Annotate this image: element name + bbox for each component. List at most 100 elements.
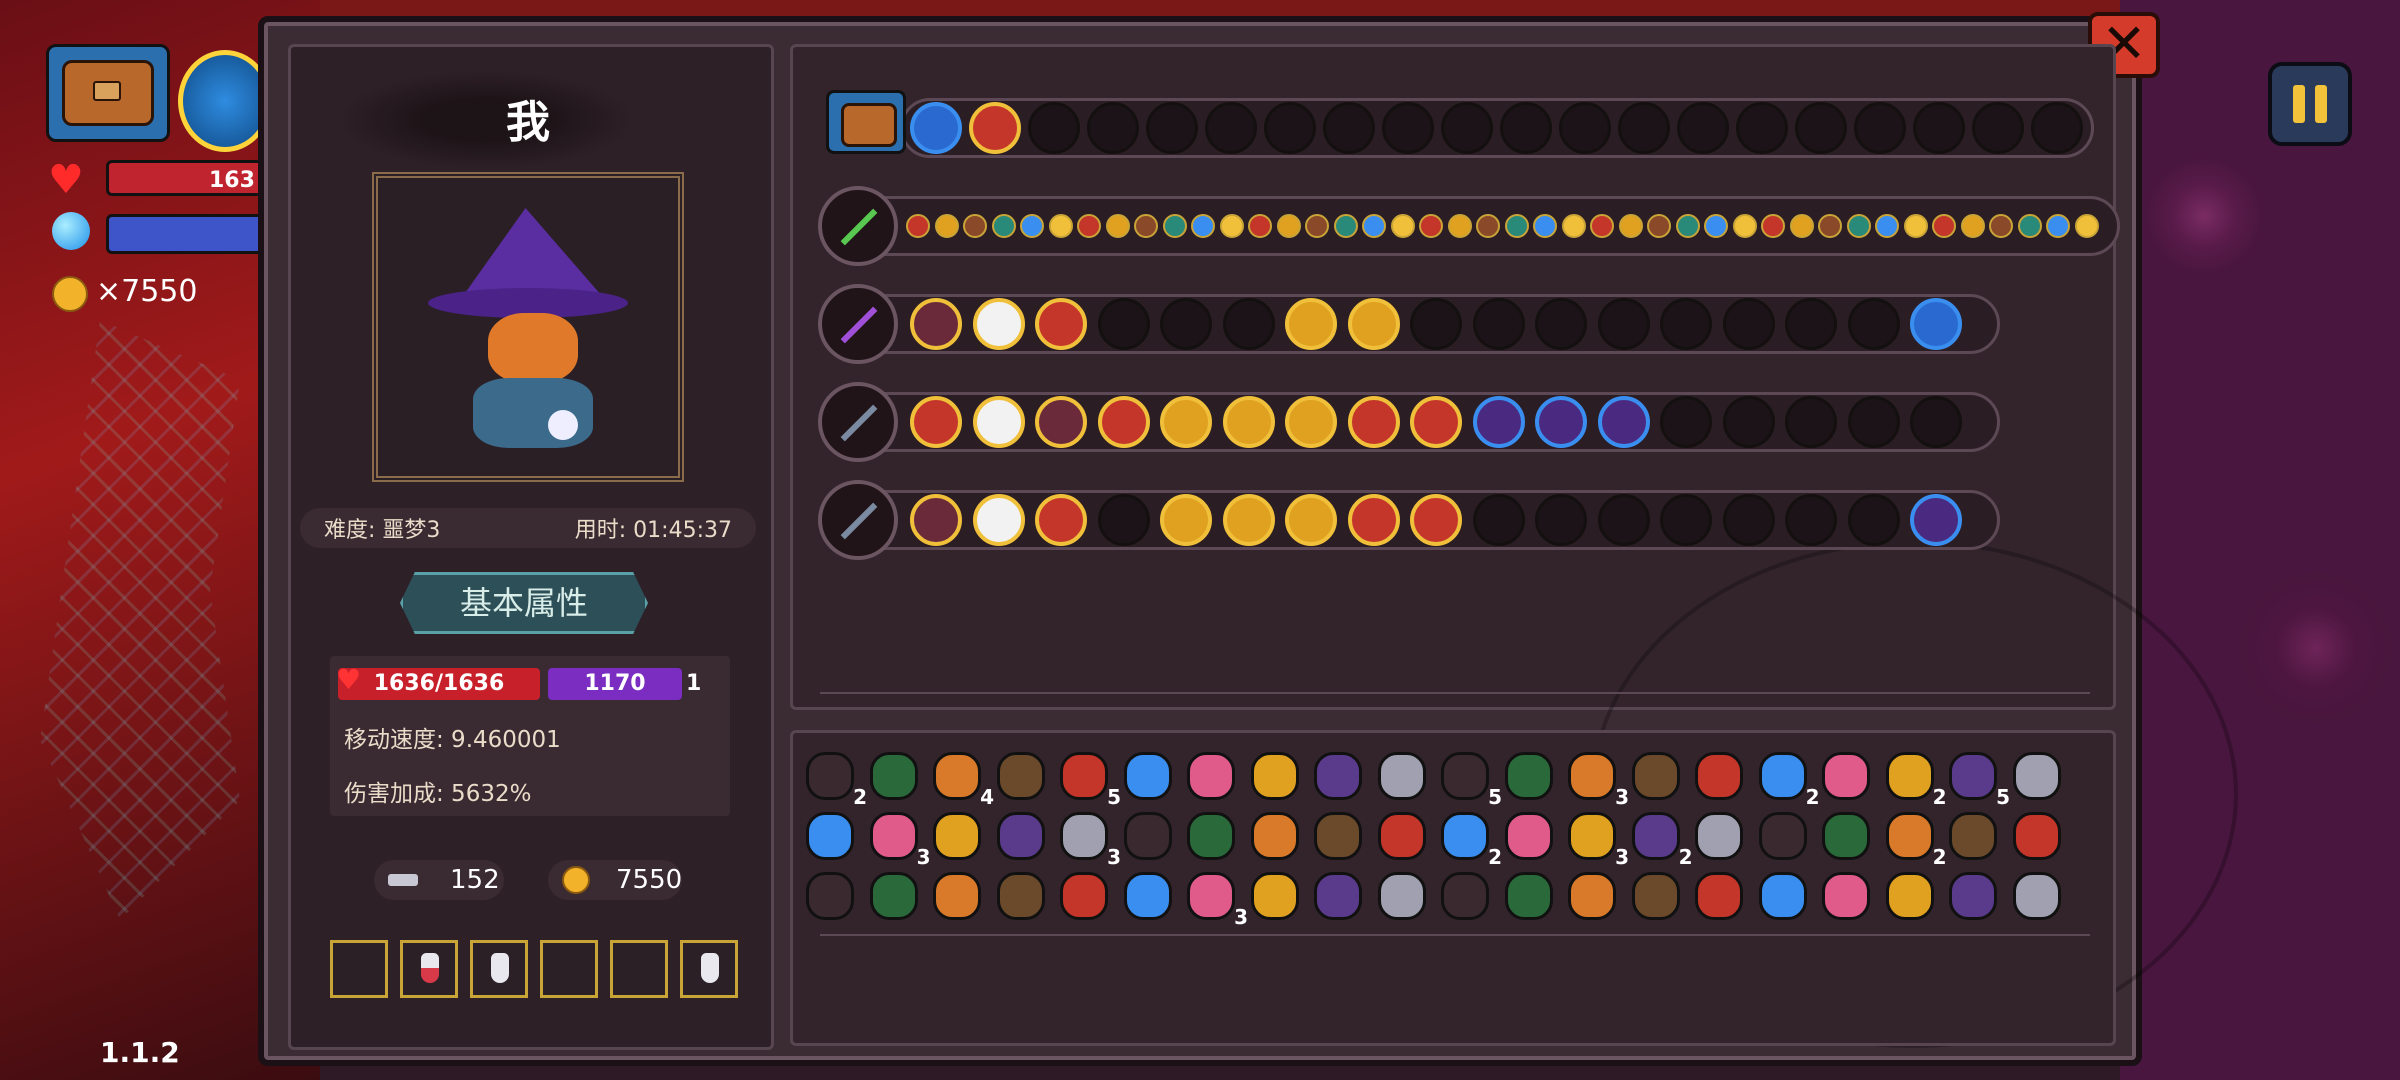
item-icon[interactable] bbox=[2012, 812, 2061, 860]
mini-slot[interactable] bbox=[1818, 214, 1842, 238]
slot-mouse[interactable] bbox=[972, 298, 1025, 350]
item-icon[interactable] bbox=[1123, 752, 1172, 800]
mini-slot[interactable] bbox=[1191, 214, 1215, 238]
item-icon[interactable] bbox=[1695, 812, 1743, 860]
item-icon[interactable] bbox=[1187, 812, 1235, 860]
slot-purple-bolt[interactable] bbox=[1910, 494, 1962, 546]
empty-slot[interactable] bbox=[1097, 298, 1150, 350]
mini-slot[interactable] bbox=[1903, 214, 1928, 238]
mini-slot[interactable] bbox=[1390, 214, 1415, 238]
empty-slot[interactable] bbox=[1087, 102, 1139, 154]
mini-slot[interactable] bbox=[1333, 214, 1358, 238]
slot-rock[interactable] bbox=[1035, 298, 1087, 350]
item-icon[interactable] bbox=[1504, 812, 1553, 860]
mini-slot[interactable] bbox=[1989, 214, 2013, 238]
item-icon[interactable] bbox=[869, 872, 918, 920]
item-icon[interactable]: 3 bbox=[1568, 812, 1629, 869]
inventory-slot[interactable] bbox=[470, 940, 528, 998]
item-icon[interactable]: 5 bbox=[1060, 752, 1121, 809]
slot-mouse[interactable] bbox=[972, 494, 1025, 546]
empty-slot[interactable] bbox=[1146, 102, 1198, 154]
backpack-slot[interactable] bbox=[826, 90, 906, 154]
mini-slot[interactable] bbox=[1618, 214, 1643, 238]
item-icon[interactable] bbox=[1949, 872, 1997, 920]
empty-slot[interactable] bbox=[1854, 102, 1906, 154]
empty-slot[interactable] bbox=[1660, 396, 1712, 448]
empty-slot[interactable] bbox=[1323, 102, 1375, 154]
slot-lightning[interactable] bbox=[1160, 396, 1212, 448]
item-icon[interactable] bbox=[1377, 872, 1426, 920]
slot-red-shot[interactable] bbox=[969, 102, 1021, 154]
slot-arrows[interactable] bbox=[1222, 396, 1275, 448]
item-icon[interactable] bbox=[996, 872, 1045, 920]
item-icon[interactable] bbox=[1187, 752, 1235, 800]
empty-slot[interactable] bbox=[1910, 396, 1962, 448]
item-icon[interactable] bbox=[996, 812, 1045, 860]
item-icon[interactable]: 5 bbox=[1441, 752, 1502, 809]
item-icon[interactable] bbox=[1314, 752, 1362, 800]
item-icon[interactable] bbox=[2012, 872, 2061, 920]
inventory-slot[interactable] bbox=[610, 940, 668, 998]
mini-slot[interactable] bbox=[1533, 214, 1557, 238]
slot-mask[interactable] bbox=[910, 494, 962, 546]
item-icon[interactable] bbox=[1758, 812, 1807, 860]
mini-slot[interactable] bbox=[1248, 214, 1272, 238]
slot-chevron[interactable] bbox=[1222, 494, 1275, 546]
mini-slot[interactable] bbox=[934, 214, 959, 238]
mini-slot[interactable] bbox=[1476, 214, 1500, 238]
mini-slot[interactable] bbox=[963, 214, 987, 238]
item-icon[interactable] bbox=[1568, 872, 1616, 920]
empty-slot[interactable] bbox=[1722, 298, 1775, 350]
empty-slot[interactable] bbox=[1785, 396, 1837, 448]
item-icon[interactable] bbox=[806, 872, 854, 920]
item-icon[interactable] bbox=[1695, 752, 1743, 800]
mini-slot[interactable] bbox=[1219, 214, 1244, 238]
empty-slot[interactable] bbox=[1847, 396, 1900, 448]
empty-slot[interactable] bbox=[1660, 494, 1712, 546]
item-icon[interactable] bbox=[1504, 752, 1553, 800]
mini-slot[interactable] bbox=[1504, 214, 1529, 238]
empty-slot[interactable] bbox=[1410, 298, 1462, 350]
item-icon[interactable] bbox=[1123, 812, 1172, 860]
item-icon[interactable]: 3 bbox=[1060, 812, 1121, 869]
item-icon[interactable] bbox=[1822, 812, 1870, 860]
empty-slot[interactable] bbox=[2031, 102, 2083, 154]
empty-slot[interactable] bbox=[1597, 298, 1650, 350]
slot-chevron[interactable] bbox=[1285, 396, 1337, 448]
slot-chevron[interactable] bbox=[1347, 298, 1400, 350]
mini-slot[interactable] bbox=[1932, 214, 1956, 238]
mini-slot[interactable] bbox=[1134, 214, 1158, 238]
mini-slot[interactable] bbox=[1875, 214, 1899, 238]
slot-lightning[interactable] bbox=[1160, 494, 1212, 546]
item-icon[interactable]: 2 bbox=[1758, 752, 1820, 809]
empty-slot[interactable] bbox=[1847, 298, 1900, 350]
item-icon[interactable] bbox=[1250, 752, 1299, 800]
mini-slot[interactable] bbox=[1105, 214, 1130, 238]
mini-slot[interactable] bbox=[1276, 214, 1301, 238]
empty-slot[interactable] bbox=[1847, 494, 1900, 546]
inventory-slot[interactable] bbox=[540, 940, 598, 998]
black-sword-icon[interactable] bbox=[818, 480, 898, 560]
item-icon[interactable]: 2 bbox=[806, 752, 867, 809]
mini-slot[interactable] bbox=[1789, 214, 1814, 238]
slot-blue-orb[interactable] bbox=[910, 102, 962, 154]
item-icon[interactable] bbox=[1060, 872, 1108, 920]
mini-slot[interactable] bbox=[1048, 214, 1073, 238]
item-icon[interactable] bbox=[806, 812, 854, 860]
item-icon[interactable] bbox=[1441, 872, 1489, 920]
item-icon[interactable]: 3 bbox=[1568, 752, 1629, 809]
mini-slot[interactable] bbox=[1704, 214, 1728, 238]
empty-slot[interactable] bbox=[1722, 494, 1775, 546]
item-icon[interactable] bbox=[1314, 812, 1362, 860]
item-icon[interactable] bbox=[996, 752, 1045, 800]
empty-slot[interactable] bbox=[1618, 102, 1670, 154]
slot-rock[interactable] bbox=[1097, 396, 1150, 448]
item-icon[interactable] bbox=[1314, 872, 1362, 920]
item-icon[interactable]: 3 bbox=[869, 812, 931, 869]
item-icon[interactable] bbox=[1377, 752, 1426, 800]
slot-slash[interactable] bbox=[1347, 396, 1400, 448]
mini-slot[interactable] bbox=[2046, 214, 2070, 238]
empty-slot[interactable] bbox=[1795, 102, 1847, 154]
mini-slot[interactable] bbox=[2017, 214, 2042, 238]
mini-slot[interactable] bbox=[1647, 214, 1671, 238]
